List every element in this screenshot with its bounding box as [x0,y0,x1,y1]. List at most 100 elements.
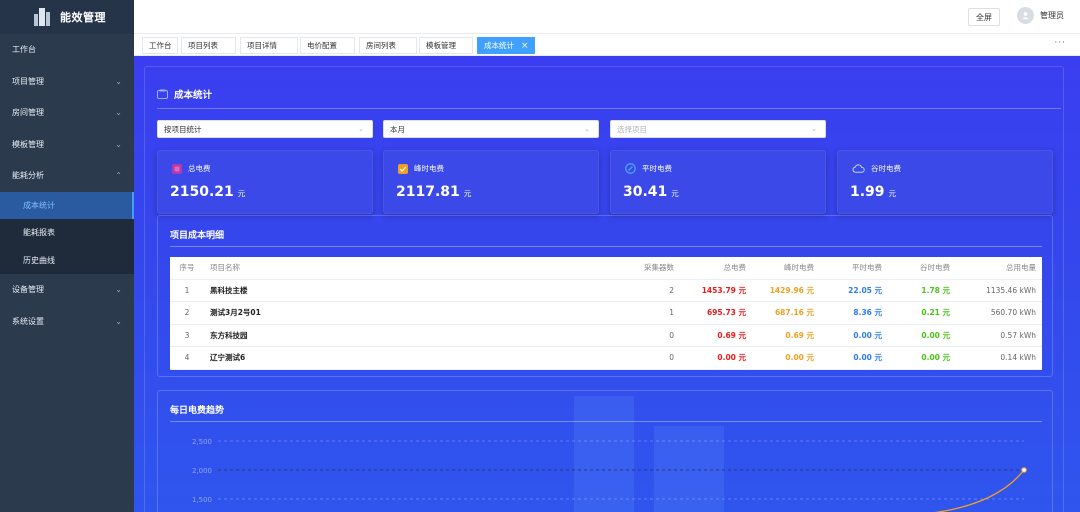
more-icon[interactable]: ··· [1054,38,1066,48]
user-menu[interactable]: 管理员 [1017,7,1064,24]
sidebar-item-label: 工作台 [12,45,36,55]
cell-collector-count: 2 [534,279,680,302]
tab-project-list[interactable]: 项目列表 [181,37,236,54]
daily-cost-trend-chart: 2,500 2,000 1,500 [192,438,1027,512]
sidebar-item-label: 设备管理 [12,285,44,295]
cell-collector-count: 0 [534,346,680,370]
column-header: 项目名称 [204,257,534,280]
cell-total-cost: 0.00 元 [680,346,752,370]
sidebar-subitem-history-curve[interactable]: 历史曲线 [0,246,134,274]
stat-unit: 元 [237,189,246,198]
cell-flat-cost: 22.05 元 [820,279,888,302]
cell-flat-cost: 0.00 元 [820,324,888,347]
project-select[interactable]: 选择项目 ⌄ [610,120,826,138]
tab-bar: 工作台 项目列表 项目详情 电价配置 房间列表 模板管理 成本统计 × ··· [134,34,1080,56]
brand[interactable]: 能效管理 [0,0,134,34]
select-value: 本月 [390,124,405,134]
divider [157,108,1061,109]
panel-title-icon [157,89,168,99]
tab-cost-statistics[interactable]: 成本统计 × [477,37,535,54]
cell-peak-cost: 0.00 元 [752,346,820,370]
stat-card-flat-cost: 平时电费 30.41 元 [610,150,826,214]
flat-compass-icon [625,163,636,174]
stat-label: 总电费 [188,164,211,173]
stat-unit: 元 [463,189,472,198]
sidebar-item-template-management[interactable]: 模板管理 ⌄ [0,129,134,161]
table-row[interactable]: 3 东方科技园 0 0.69 元 0.69 元 0.00 元 0.00 元 0.… [170,324,1042,347]
cell-collector-count: 1 [534,301,680,325]
table-row[interactable]: 2 测试3月2号01 1 695.73 元 687.16 元 8.36 元 0.… [170,301,1042,325]
sidebar-item-room-management[interactable]: 房间管理 ⌄ [0,97,134,129]
sidebar-subitem-cost-statistics[interactable]: 成本统计 [0,191,134,219]
sidebar-item-label: 能耗报表 [23,228,55,238]
tab-label: 工作台 [149,41,172,50]
sidebar-item-energy-analysis[interactable]: 能耗分析 ⌃ [0,160,134,192]
period-select[interactable]: 本月 ⌄ [383,120,599,138]
column-header: 总电费 [680,257,752,280]
section-title: 每日电费趋势 [170,406,225,416]
chevron-down-icon: ⌄ [584,125,590,133]
stat-mode-select[interactable]: 按项目统计 ⌄ [157,120,373,138]
tab-price-config[interactable]: 电价配置 [300,37,355,54]
cell-flat-cost: 0.00 元 [820,346,888,370]
cell-valley-cost: 1.78 元 [888,279,956,302]
project-cost-detail-section: 项目成本明细 序号 项目名称 采集器数 总电费 峰时电费 平时电费 谷时电费 总… [157,215,1053,377]
panel-title: 成本统计 [174,90,213,101]
cell-index: 1 [170,279,204,302]
data-point[interactable] [1021,467,1027,473]
stat-card-peak-cost: 峰时电费 2117.81 元 [383,150,599,214]
stat-unit: 元 [888,189,897,198]
table-row[interactable]: 1 黑科技主楼 2 1453.79 元 1429.96 元 22.05 元 1.… [170,279,1042,302]
column-header: 峰时电费 [752,257,820,280]
column-header: 平时电费 [820,257,888,280]
tab-label: 模板管理 [426,41,456,50]
chevron-down-icon: ⌄ [115,285,122,295]
main-content: 成本统计 按项目统计 ⌄ 本月 ⌄ 选择项目 ⌄ 总电费 2150.21 元 峰… [134,56,1080,512]
y-tick-label: 2,000 [192,467,212,475]
tab-label: 房间列表 [366,41,396,50]
cell-index: 4 [170,346,204,370]
stat-unit: 元 [671,189,679,198]
fullscreen-button[interactable]: 全屏 [968,8,1000,26]
total-cost-icon [172,163,182,174]
cell-total-cost: 695.73 元 [680,301,752,325]
tab-project-detail[interactable]: 项目详情 [240,37,298,54]
sidebar-item-workbench[interactable]: 工作台 [0,34,134,66]
chevron-down-icon: ⌄ [115,76,122,86]
chevron-down-icon: ⌄ [115,108,122,118]
sidebar-item-label: 系统设置 [12,316,44,326]
stat-value: 2117.81 [396,184,460,200]
cell-peak-cost: 1429.96 元 [752,279,820,302]
stat-value: 2150.21 [170,184,234,200]
sidebar-item-label: 成本统计 [23,200,55,210]
valley-cloud-icon [852,164,865,173]
column-header: 谷时电费 [888,257,956,280]
sidebar-item-label: 模板管理 [12,139,44,149]
table-row[interactable]: 4 辽宁测试6 0 0.00 元 0.00 元 0.00 元 0.00 元 0.… [170,346,1042,370]
stat-value: 30.41 [623,184,668,200]
sidebar-subitem-energy-report[interactable]: 能耗报表 [0,219,134,247]
stat-label: 峰时电费 [414,164,444,173]
cell-collector-count: 0 [534,324,680,347]
y-tick-label: 2,500 [192,438,212,446]
sidebar: 能效管理 工作台 项目管理 ⌄ 房间管理 ⌄ 模板管理 ⌄ 能耗分析 ⌃ 成本统… [0,0,134,512]
sidebar-item-system-settings[interactable]: 系统设置 ⌄ [0,306,134,338]
cell-total-energy: 560.70 kWh [956,301,1042,325]
stat-value: 1.99 [850,184,885,200]
series-line [934,469,1025,512]
stat-card-total-cost: 总电费 2150.21 元 [157,150,373,214]
sidebar-item-label: 项目管理 [12,76,44,86]
cell-peak-cost: 0.69 元 [752,324,820,347]
sidebar-item-project-management[interactable]: 项目管理 ⌄ [0,66,134,98]
tab-workbench[interactable]: 工作台 [142,37,178,54]
building-logo-icon [34,8,50,26]
cell-valley-cost: 0.00 元 [888,346,956,370]
sidebar-item-label: 能耗分析 [12,171,44,181]
tab-label: 电价配置 [307,41,337,50]
chevron-down-icon: ⌄ [115,316,122,326]
sidebar-item-device-management[interactable]: 设备管理 ⌄ [0,274,134,306]
close-icon[interactable]: × [521,41,529,51]
daily-cost-trend-section: 每日电费趋势 2,500 2,000 1,500 [157,390,1053,512]
tab-template-management[interactable]: 模板管理 [419,37,473,54]
tab-room-list[interactable]: 房间列表 [359,37,417,54]
